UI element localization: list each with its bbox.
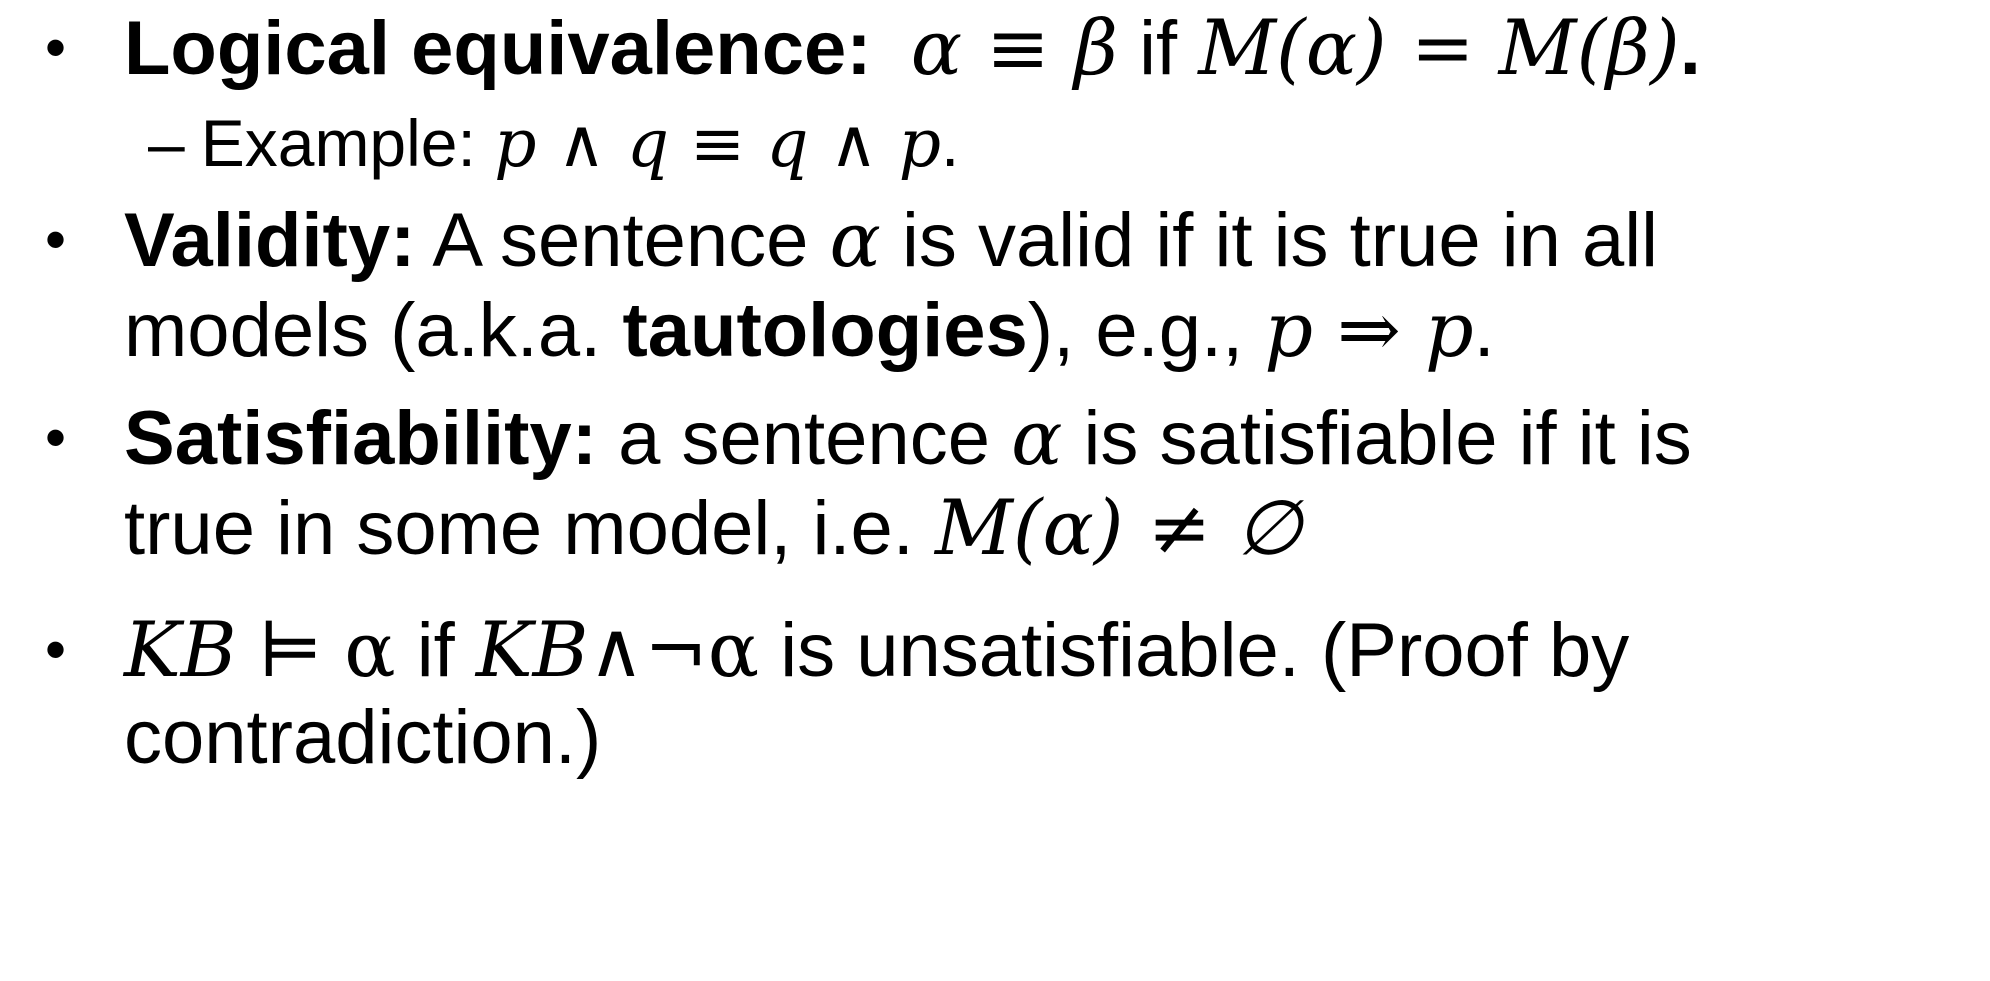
term-satisfiability: Satisfiability: (124, 396, 597, 481)
text-valid-definition: is valid if it is true in all (902, 198, 1659, 283)
math-commutative-and: p ∧ q ≡ q ∧ p (494, 105, 941, 182)
text-period: . (1679, 6, 1701, 91)
bullet-logical-equivalence: Logical equivalence: α ≡ β if M(α) = M(β… (124, 10, 1701, 87)
bullet-entailment-line-1: KB ⊨ α if KB∧¬α is unsatisfiable. (Proof… (124, 612, 1629, 689)
bullet-validity-line-1: Validity: A sentence α is valid if it is… (124, 202, 1658, 279)
math-p-implies-p: p ⇒ p (1264, 285, 1474, 374)
bullet-entailment-line-2: contradiction.) (124, 700, 601, 776)
term-logical-equivalence: Logical equivalence: (124, 6, 872, 91)
bullet: • (45, 616, 67, 683)
text-example-label: Example: (200, 106, 476, 180)
bullet: • (45, 404, 67, 471)
text-eg: ), e.g., (1027, 288, 1244, 373)
math-models-equal: M(α) = M(β) (1198, 3, 1680, 92)
math-kb: KB (124, 605, 237, 694)
text-contradiction: contradiction.) (124, 695, 602, 780)
term-validity: Validity: (124, 198, 416, 283)
bullet-satisfiability-line-2: true in some model, i.e. M(α) ≠ ∅ (124, 490, 1302, 567)
math-alpha-equiv-beta: α ≡ β (910, 3, 1118, 92)
text-a-sentence: A sentence (432, 198, 809, 283)
sub-bullet-example: – Example: p ∧ q ≡ q ∧ p. (148, 110, 959, 177)
bullet: • (45, 14, 67, 81)
bullet: • (45, 206, 67, 273)
slide-content: • Logical equivalence: α ≡ β if M(α) = M… (0, 0, 1990, 981)
text-a-sentence: a sentence (618, 396, 990, 481)
text-if: if (416, 608, 455, 693)
term-tautologies: tautologies (622, 288, 1028, 373)
text-if: if (1139, 6, 1178, 91)
math-and-not-alpha: ∧¬α (588, 605, 760, 694)
text-satisfiable-definition: is satisfiable if it is (1083, 396, 1692, 481)
math-kb: KB (475, 605, 589, 694)
text-period: . (940, 106, 960, 180)
math-alpha: α (829, 195, 881, 284)
bullet-satisfiability-line-1: Satisfiability: a sentence α is satisfia… (124, 400, 1692, 477)
math-alpha: α (344, 605, 396, 694)
math-alpha: α (1011, 393, 1063, 482)
bullet-validity-line-2: models (a.k.a. tautologies), e.g., p ⇒ p… (124, 292, 1495, 369)
text-models-aka: models (a.k.a. (124, 288, 602, 373)
text-unsatisfiable-proof: is unsatisfiable. (Proof by (780, 608, 1630, 693)
math-models-nonempty: M(α) ≠ ∅ (935, 483, 1302, 572)
text-period: . (1473, 288, 1495, 373)
sub-bullet-dash: – (148, 106, 185, 180)
text-true-in-some-model: true in some model, i.e. (124, 486, 914, 571)
entails-symbol: ⊨ (257, 605, 324, 694)
